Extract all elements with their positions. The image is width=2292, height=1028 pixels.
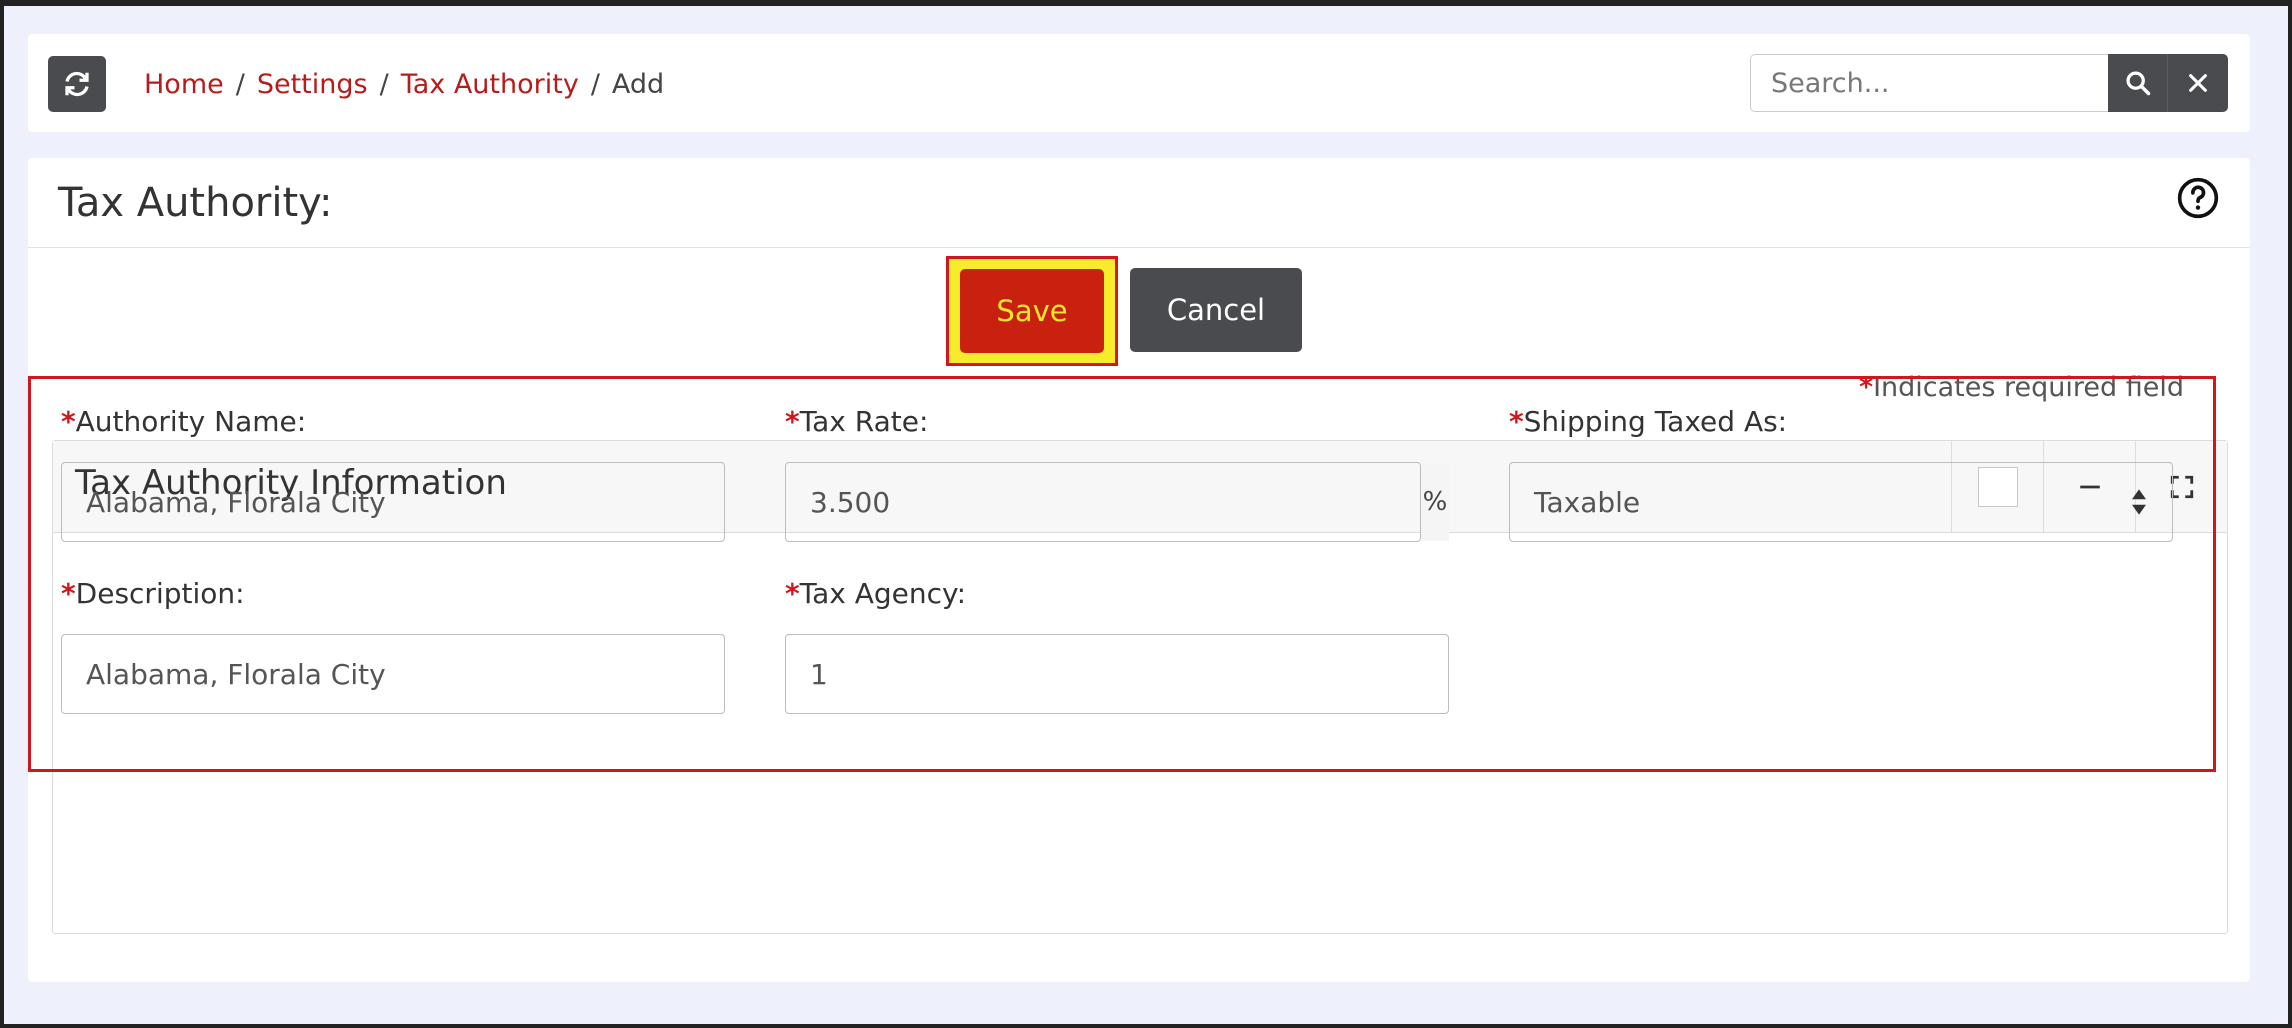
card-header: Tax Authority: bbox=[28, 158, 2250, 248]
search-icon bbox=[2125, 71, 2150, 96]
tax-agency-label-text: Tax Agency: bbox=[799, 577, 967, 610]
tax-authority-form: *Authority Name: Alabama, Florala City *… bbox=[28, 376, 2216, 772]
tax-rate-label: *Tax Rate: bbox=[785, 405, 1449, 438]
shipping-taxed-as-value: Taxable bbox=[1534, 485, 1641, 519]
sort-arrows-icon bbox=[2132, 489, 2146, 515]
refresh-icon bbox=[65, 71, 89, 97]
breadcrumb-tax-authority[interactable]: Tax Authority bbox=[401, 69, 579, 100]
close-icon bbox=[2189, 74, 2207, 92]
breadcrumb-separator: / bbox=[590, 68, 600, 100]
required-star: * bbox=[785, 577, 800, 610]
required-star: * bbox=[785, 405, 800, 438]
breadcrumb-current: Add bbox=[611, 68, 665, 100]
description-label: *Description: bbox=[61, 577, 725, 610]
breadcrumb-separator: / bbox=[235, 68, 245, 100]
description-label-text: Description: bbox=[75, 577, 245, 610]
search-bar bbox=[1750, 54, 2228, 112]
form-actions: Save Cancel bbox=[946, 256, 1302, 366]
required-star: * bbox=[1509, 405, 1524, 438]
shipping-taxed-as-label-text: Shipping Taxed As: bbox=[1523, 405, 1788, 438]
description-input[interactable]: Alabama, Florala City bbox=[61, 634, 725, 714]
breadcrumb-separator: / bbox=[379, 68, 389, 100]
tax-agency-field: *Tax Agency: 1 bbox=[785, 577, 1449, 714]
breadcrumb-settings[interactable]: Settings bbox=[257, 69, 368, 100]
tax-rate-group: 3.500 % bbox=[785, 462, 1449, 542]
percent-addon: % bbox=[1421, 463, 1449, 541]
shipping-taxed-as-field: *Shipping Taxed As: Taxable bbox=[1509, 405, 2173, 542]
cancel-button[interactable]: Cancel bbox=[1130, 268, 1302, 352]
tax-agency-label: *Tax Agency: bbox=[785, 577, 1449, 610]
clear-search-button[interactable] bbox=[2168, 54, 2228, 112]
tax-rate-input[interactable]: 3.500 bbox=[785, 462, 1421, 542]
shipping-taxed-as-select[interactable]: Taxable bbox=[1509, 462, 2173, 542]
page-title: Tax Authority: bbox=[58, 180, 333, 226]
search-input[interactable] bbox=[1750, 54, 2108, 112]
authority-name-label-text: Authority Name: bbox=[75, 405, 307, 438]
save-button[interactable]: Save bbox=[960, 269, 1104, 353]
description-field: *Description: Alabama, Florala City bbox=[61, 577, 725, 714]
required-star: * bbox=[61, 405, 76, 438]
tax-rate-field: *Tax Rate: 3.500 % bbox=[785, 405, 1449, 542]
authority-name-field: *Authority Name: Alabama, Florala City bbox=[61, 405, 725, 542]
authority-name-input[interactable]: Alabama, Florala City bbox=[61, 462, 725, 542]
shipping-taxed-as-label: *Shipping Taxed As: bbox=[1509, 405, 2173, 438]
refresh-button[interactable] bbox=[48, 56, 106, 112]
save-highlight: Save bbox=[946, 256, 1118, 366]
breadcrumb: Home / Settings / Tax Authority / Add bbox=[144, 64, 664, 104]
help-icon[interactable] bbox=[2176, 176, 2220, 220]
required-star: * bbox=[61, 577, 76, 610]
search-button[interactable] bbox=[2108, 54, 2168, 112]
breadcrumb-home[interactable]: Home bbox=[144, 69, 224, 100]
tax-agency-input[interactable]: 1 bbox=[785, 634, 1449, 714]
top-bar: Home / Settings / Tax Authority / Add bbox=[28, 34, 2250, 132]
authority-name-label: *Authority Name: bbox=[61, 405, 725, 438]
tax-rate-label-text: Tax Rate: bbox=[799, 405, 929, 438]
